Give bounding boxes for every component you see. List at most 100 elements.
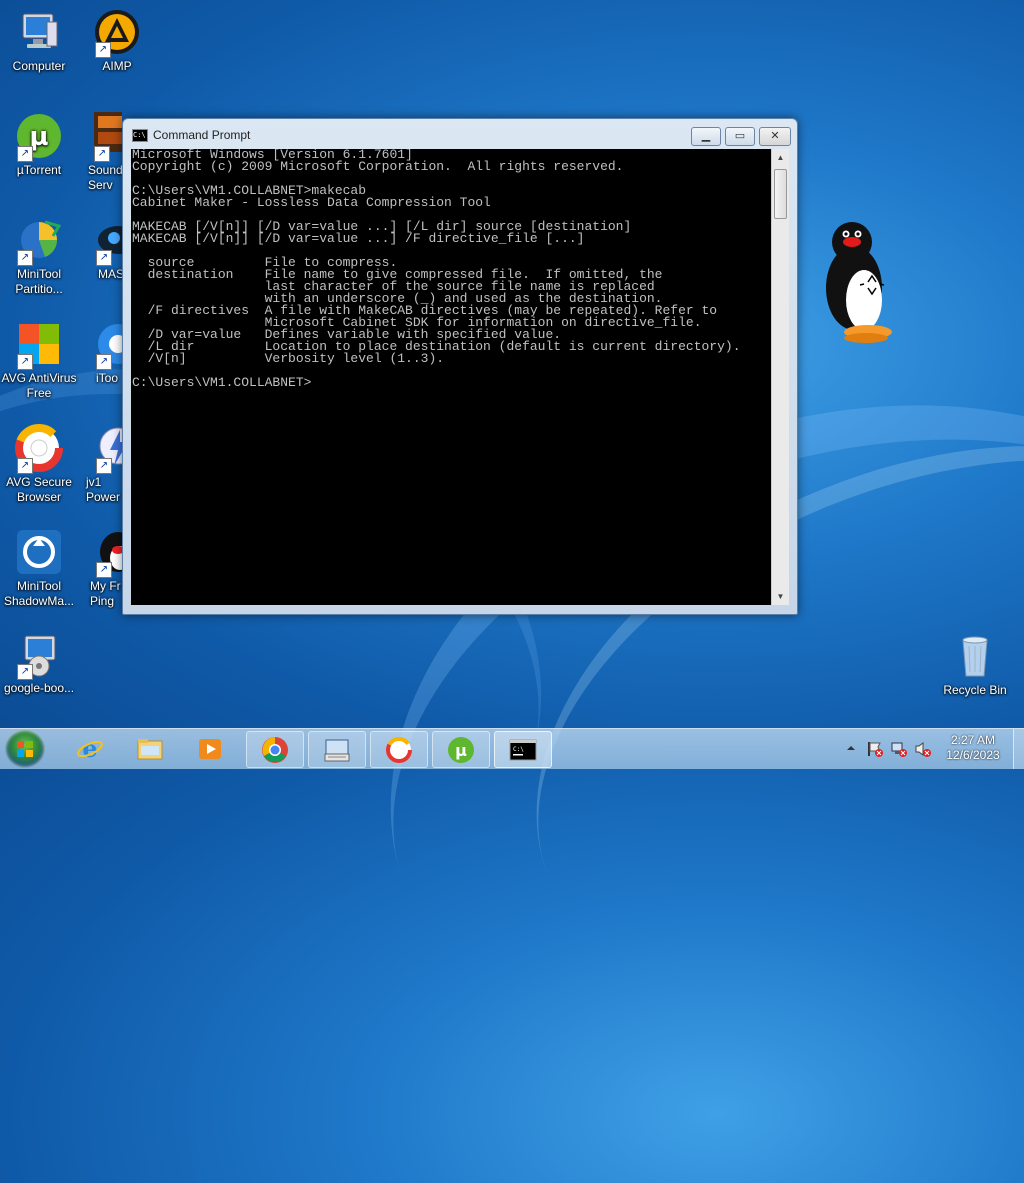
desktop-icon-label: jv1 Power: [86, 475, 121, 504]
shortcut-arrow-icon: ↗: [96, 354, 112, 370]
desktop-icon-jv16[interactable]: ↗ jv1 Power: [78, 424, 122, 505]
shortcut-arrow-icon: ↗: [17, 250, 33, 266]
utorrent-icon: µ ↗: [15, 112, 63, 162]
console-line: Cabinet Maker - Lossless Data Compressio…: [132, 195, 491, 210]
keyboard-icon: [324, 739, 350, 762]
taskbar-chrome[interactable]: [246, 731, 304, 768]
avg-browser-icon: [386, 737, 412, 763]
shortcut-arrow-icon: ↗: [96, 458, 112, 474]
desktop-icon-label: google-boo...: [3, 681, 75, 695]
desktop-icon-label: AVG Secure Browser: [6, 475, 72, 504]
desktop-icon-itools[interactable]: ↗ iToo: [78, 320, 122, 386]
desktop-icon-label: AIMP: [102, 59, 132, 73]
chrome-icon: [262, 737, 288, 763]
desktop-icon-label: Sound Serv: [88, 163, 122, 192]
avg-antivirus-icon: ↗: [15, 320, 63, 370]
minitool-partition-icon: ↗: [15, 216, 63, 266]
taskbar-command-prompt[interactable]: C:\: [494, 731, 552, 768]
system-clock[interactable]: 2:27 AM 12/6/2023: [930, 733, 1016, 763]
cmd-icon: C:\: [509, 739, 537, 761]
minimize-button[interactable]: ▁: [691, 127, 721, 146]
itools-icon: ↗: [94, 320, 122, 370]
scroll-down-arrow-icon[interactable]: ▼: [772, 588, 789, 605]
avg-browser-icon: ↗: [15, 424, 63, 474]
shortcut-arrow-icon: ↗: [17, 146, 33, 162]
desktop-icon-mas[interactable]: ↗ MAS: [78, 216, 122, 282]
shortcut-arrow-icon: ↗: [95, 42, 111, 58]
window-title: Command Prompt: [153, 128, 251, 142]
shortcut-arrow-icon: ↗: [17, 664, 33, 680]
console-line: C:\Users\VM1.COLLABNET>: [132, 375, 312, 390]
desktop-icon-avg-antivirus[interactable]: ↗ AVG AntiVirus Free: [0, 320, 78, 401]
shortcut-arrow-icon: ↗: [94, 146, 110, 162]
pingu-desktop-pet[interactable]: [824, 220, 896, 345]
taskbar-avg-browser[interactable]: [370, 731, 428, 768]
window-titlebar[interactable]: C:\ Command Prompt ▁ ▭ ✕: [123, 119, 797, 149]
shortcut-arrow-icon: ↗: [17, 354, 33, 370]
taskbar-media-player[interactable]: [182, 731, 238, 766]
clock-date: 12/6/2023: [946, 748, 1000, 762]
scroll-up-arrow-icon[interactable]: ▲: [772, 149, 789, 166]
desktop-icon-label: AVG AntiVirus Free: [1, 371, 77, 400]
svg-text:e: e: [82, 735, 97, 763]
action-center-flag-icon[interactable]: [866, 741, 884, 757]
desktop-icon-label: Computer: [12, 59, 66, 73]
aimp-icon: ↗: [93, 8, 141, 58]
desktop-icon-recycle-bin[interactable]: Recycle Bin: [936, 632, 1014, 698]
shortcut-arrow-icon: ↗: [96, 562, 112, 578]
desktop-icon-label: My Fr Ping: [90, 579, 121, 608]
command-prompt-window[interactable]: C:\ Command Prompt ▁ ▭ ✕ Microsoft Windo…: [122, 118, 798, 615]
console-line: Copyright (c) 2009 Microsoft Corporation…: [132, 159, 624, 174]
mas-icon: ↗: [94, 216, 122, 266]
sound-icon: ↗: [92, 112, 122, 162]
console-output[interactable]: Microsoft Windows [Version 6.1.7601] Copy…: [131, 149, 771, 605]
desktop-icon-label: MiniTool ShadowMa...: [3, 579, 75, 608]
console-line: /V[n] Verbosity level (1..3).: [132, 351, 445, 366]
clock-time: 2:27 AM: [950, 733, 996, 747]
desktop-icon-minitool-partition[interactable]: ↗ MiniTool Partitio...: [0, 216, 78, 297]
recycle-bin-icon: [951, 632, 999, 680]
desktop-icon-avg-secure-browser[interactable]: ↗ AVG Secure Browser: [0, 424, 78, 505]
desktop-icon-label: iToo: [96, 371, 119, 385]
pingu-icon: ↗: [94, 528, 122, 578]
desktop-icon-label: µTorrent: [16, 163, 62, 177]
desktop-icon-google-book[interactable]: ↗ google-boo...: [0, 630, 78, 696]
taskbar-internet-explorer[interactable]: e: [62, 731, 118, 766]
desktop-icon-sound[interactable]: ↗ Sound Serv: [78, 112, 122, 193]
taskbar-file-explorer[interactable]: [122, 731, 178, 766]
minitool-shadowmaker-icon: [15, 528, 63, 576]
windows-logo-icon: [17, 741, 33, 757]
start-button[interactable]: [5, 730, 45, 768]
network-icon[interactable]: [890, 741, 908, 757]
desktop-icon-label: Recycle Bin: [943, 683, 1007, 697]
computer-icon: [15, 8, 63, 56]
installer-icon: ↗: [15, 630, 63, 680]
desktop-icon-label: MiniTool Partitio...: [15, 267, 63, 296]
internet-explorer-icon: e: [77, 735, 103, 763]
scrollbar-thumb[interactable]: [774, 169, 787, 219]
folder-icon: [137, 739, 163, 760]
utorrent-icon: µ: [448, 737, 474, 763]
taskbar-on-screen-keyboard[interactable]: [308, 731, 366, 768]
desktop-icon-computer[interactable]: Computer: [0, 8, 78, 74]
show-desktop-button[interactable]: [1013, 729, 1024, 769]
maximize-button[interactable]: ▭: [725, 127, 755, 146]
taskbar: e µ C:\ 2:27 AM 12/6/2023: [0, 728, 1024, 769]
close-button[interactable]: ✕: [759, 127, 791, 146]
desktop-icon-label: MAS: [98, 267, 122, 281]
console-line: MAKECAB [/V[n]] [/D var=value ...] /F di…: [132, 231, 585, 246]
svg-text:C:\: C:\: [513, 746, 524, 753]
vertical-scrollbar[interactable]: ▲ ▼: [771, 149, 789, 605]
show-hidden-icons-icon[interactable]: [846, 743, 856, 753]
desktop-icon-utorrent[interactable]: µ ↗ µTorrent: [0, 112, 78, 178]
media-player-icon: [199, 739, 221, 759]
cmd-icon: C:\: [132, 129, 148, 142]
taskbar-utorrent[interactable]: µ: [432, 731, 490, 768]
console-text: Microsoft Windows [Version 6.1.7601] Copy…: [131, 149, 771, 389]
desktop-icon-aimp[interactable]: ↗ AIMP: [78, 8, 156, 74]
shortcut-arrow-icon: ↗: [96, 250, 112, 266]
jv16-icon: ↗: [94, 424, 122, 474]
svg-text:µ: µ: [455, 741, 467, 760]
desktop-icon-my-free-pingu[interactable]: ↗ My Fr Ping: [78, 528, 122, 609]
desktop-icon-minitool-shadowmaker[interactable]: MiniTool ShadowMa...: [0, 528, 78, 609]
